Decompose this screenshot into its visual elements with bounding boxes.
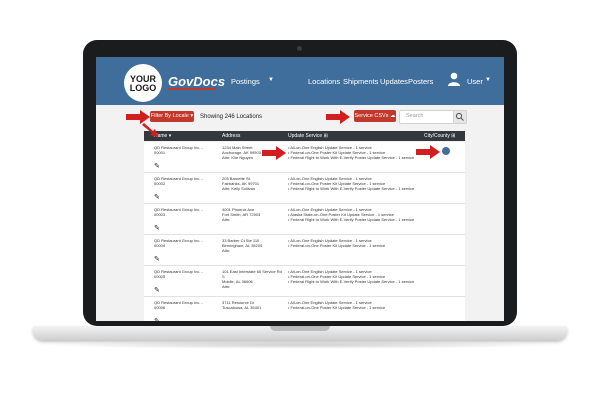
edit-pencil-icon[interactable]: ✎ [154,255,160,263]
cloud-icon: ☁ [389,113,396,119]
service-csv-label: Service CSVs [354,113,389,119]
arrow-right-icon [326,110,350,124]
arrow-down-right-icon [142,123,158,137]
nav-postings[interactable]: Postings [231,77,260,86]
chevron-down-icon[interactable]: ▼ [268,77,274,83]
screen: YOUR LOGO GovDocs Postings ▼ Locations S… [96,57,504,321]
search-placeholder: Search [406,113,424,119]
filter-label: Filter By Locale [150,113,189,119]
nav-shipments[interactable]: Shipments [343,77,378,86]
edit-pencil-icon[interactable]: ✎ [154,162,160,170]
table-row[interactable]: QD Restaurant Group Inc. -00006 3711 Res… [144,297,465,321]
edit-pencil-icon[interactable]: ✎ [154,286,160,294]
showing-count: Showing 246 Locations [200,114,263,120]
table-header: Name ▾ Address Update Service ⊞ City/Cou… [144,131,465,141]
logo-line-2: LOGO [129,83,157,93]
settings-icon: ⊞ [451,133,456,139]
user-icon[interactable] [448,72,460,86]
table-row[interactable]: QD Restaurant Group Inc. -00003 4001 Pho… [144,204,465,235]
edit-pencil-icon[interactable]: ✎ [154,224,160,232]
edit-pencil-icon[interactable]: ✎ [154,317,160,321]
settings-icon: ⊞ [323,133,328,139]
brand-underline [168,88,216,90]
edit-pencil-icon[interactable]: ✎ [154,193,160,201]
arrow-right-icon [126,110,150,124]
user-chevron-down-icon[interactable]: ▼ [485,77,491,83]
arrow-right-icon [262,146,286,160]
clock-icon[interactable] [442,147,450,155]
table-row[interactable]: QD Restaurant Group Inc. -00005 101 East… [144,266,465,297]
search-icon[interactable] [453,111,466,123]
laptop-notch [270,326,330,331]
col-update-service[interactable]: Update Service ⊞ [288,133,328,139]
camera-icon [297,46,302,51]
laptop-shadow [40,341,560,349]
col-city-county[interactable]: City/County ⊞ [424,133,455,139]
nav-updates[interactable]: Updates [380,77,408,86]
brand-name[interactable]: GovDocs [168,74,225,89]
nav-locations[interactable]: Locations [308,77,340,86]
service-csv-button[interactable]: Service CSVs ☁ [354,110,396,122]
nav-user[interactable]: User [467,77,483,86]
arrow-right-icon [416,145,440,159]
table-row[interactable]: QD Restaurant Group Inc. -00004 33 Barbe… [144,235,465,266]
nav-posters[interactable]: Posters [408,77,433,86]
logo[interactable]: YOUR LOGO [124,64,162,102]
filter-by-locale-button[interactable]: Filter By Locale ▾ [150,111,194,122]
col-address[interactable]: Address [222,133,240,139]
table-row[interactable]: QD Restaurant Group Inc. -00002 205 Barn… [144,173,465,204]
